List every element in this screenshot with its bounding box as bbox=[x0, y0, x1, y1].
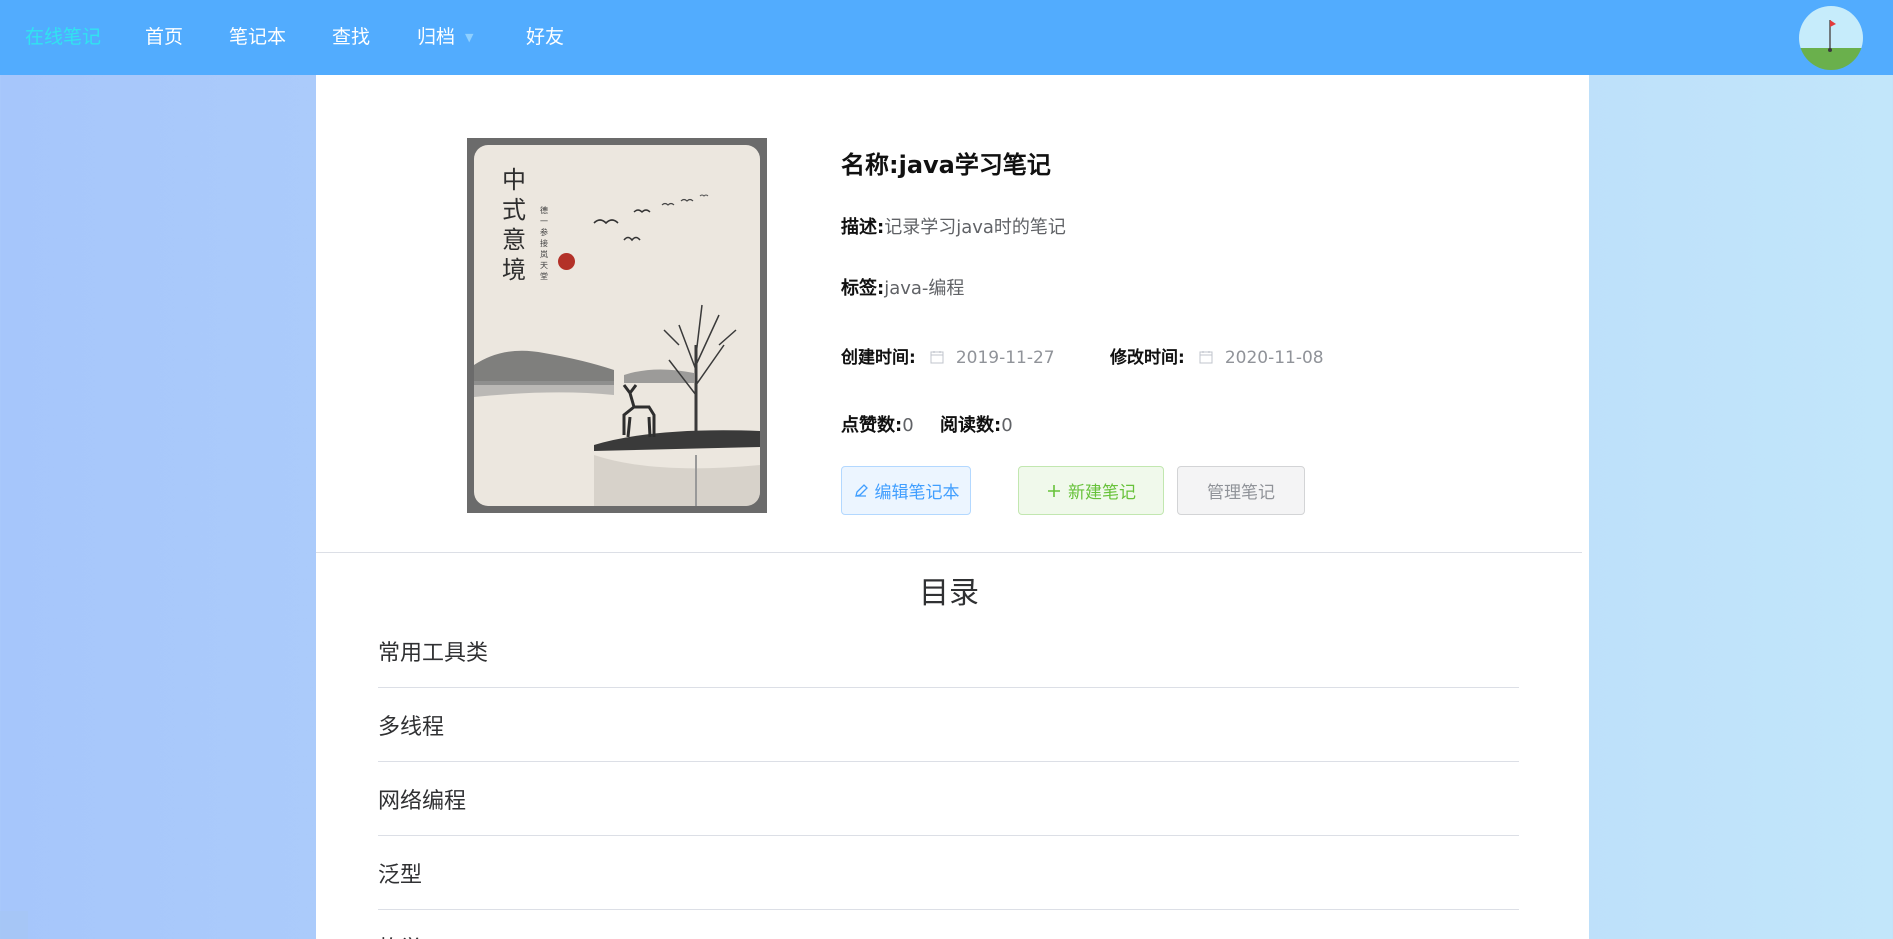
nav-archive[interactable]: 归档 ▼ bbox=[417, 24, 473, 51]
avatar[interactable] bbox=[1799, 6, 1863, 70]
description-label: 描述: bbox=[841, 217, 885, 238]
created-date: 2019-11-27 bbox=[955, 348, 1055, 368]
notebook-name-value: java学习笔记 bbox=[898, 151, 1051, 179]
toc-item[interactable]: 多线程 bbox=[378, 688, 1519, 762]
notebook-description: 描述:记录学习java时的笔记 bbox=[841, 213, 1066, 239]
modified-date: 2020-11-08 bbox=[1224, 348, 1324, 368]
section-divider bbox=[316, 552, 1582, 553]
red-seal-stamp bbox=[558, 253, 575, 270]
reads-count: 阅读数:0 bbox=[940, 411, 1013, 437]
calendar-icon bbox=[930, 351, 944, 364]
new-note-button[interactable]: 新建笔记 bbox=[1018, 466, 1164, 515]
toc-item[interactable]: 泛型 bbox=[378, 836, 1519, 910]
edit-notebook-label: 编辑笔记本 bbox=[874, 483, 960, 503]
likes-value: 0 bbox=[902, 415, 914, 436]
reads-label: 阅读数: bbox=[940, 415, 1002, 436]
modified-label: 修改时间: bbox=[1110, 348, 1185, 368]
notebook-cover-image: 中式意境 德一参接岚天堂 bbox=[467, 138, 767, 513]
nav-friends[interactable]: 好友 bbox=[526, 24, 564, 50]
toc-item-label: 枚举 bbox=[378, 931, 422, 939]
toc-item-label: 常用工具类 bbox=[378, 640, 489, 666]
notebook-tags: 标签:java-编程 bbox=[841, 274, 964, 300]
toc-title: 目录 bbox=[919, 576, 979, 611]
notebook-name: 名称:java学习笔记 bbox=[841, 145, 1051, 180]
cover-artwork: 中式意境 德一参接岚天堂 bbox=[474, 145, 760, 506]
reads-value: 0 bbox=[1001, 415, 1013, 436]
corner-widget[interactable] bbox=[0, 911, 28, 939]
manage-notes-button[interactable]: 管理笔记 bbox=[1177, 466, 1305, 515]
toc-item-label: 网络编程 bbox=[378, 788, 467, 814]
nav-search[interactable]: 查找 bbox=[332, 24, 370, 50]
brand-link[interactable]: 在线笔记 bbox=[25, 24, 101, 50]
description-value: 记录学习java时的笔记 bbox=[884, 217, 1066, 238]
nav-archive-label: 归档 bbox=[417, 26, 456, 48]
likes-count: 点赞数:0 bbox=[841, 411, 914, 437]
tags-label: 标签: bbox=[841, 278, 885, 299]
toc-item-label: 多线程 bbox=[378, 714, 445, 740]
tags-value: java-编程 bbox=[884, 278, 965, 299]
nav-notebooks[interactable]: 笔记本 bbox=[229, 24, 286, 50]
plus-icon bbox=[1048, 484, 1060, 497]
modified-time: 修改时间: 2020-11-08 bbox=[1110, 343, 1324, 368]
notebook-detail-card: 中式意境 德一参接岚天堂 名称:java学习笔记 描述:记录学习java时的笔记… bbox=[316, 75, 1589, 939]
nav-home[interactable]: 首页 bbox=[145, 24, 183, 50]
calendar-icon bbox=[1199, 351, 1213, 364]
new-note-label: 新建笔记 bbox=[1068, 483, 1136, 503]
toc-list: 常用工具类 多线程 网络编程 泛型 枚举 bbox=[378, 614, 1519, 939]
created-time: 创建时间: 2019-11-27 bbox=[841, 343, 1055, 368]
notebook-name-label: 名称: bbox=[841, 151, 899, 179]
avatar-flag-icon bbox=[1828, 20, 1836, 52]
toc-item-label: 泛型 bbox=[378, 862, 423, 888]
top-navbar: 在线笔记 首页 笔记本 查找 归档 ▼ 好友 bbox=[0, 0, 1893, 75]
edit-pencil-icon bbox=[854, 483, 868, 497]
likes-label: 点赞数: bbox=[841, 415, 903, 436]
cover-title: 中式意境 bbox=[502, 166, 526, 284]
toc-item[interactable]: 网络编程 bbox=[378, 762, 1519, 836]
created-label: 创建时间: bbox=[841, 348, 916, 368]
toc-item[interactable]: 常用工具类 bbox=[378, 614, 1519, 688]
manage-notes-label: 管理笔记 bbox=[1207, 483, 1275, 503]
chevron-down-icon: ▼ bbox=[465, 30, 474, 44]
cover-subtitle: 德一参接岚天堂 bbox=[540, 206, 548, 281]
edit-notebook-button[interactable]: 编辑笔记本 bbox=[841, 466, 971, 515]
toc-item[interactable]: 枚举 bbox=[378, 910, 1519, 939]
